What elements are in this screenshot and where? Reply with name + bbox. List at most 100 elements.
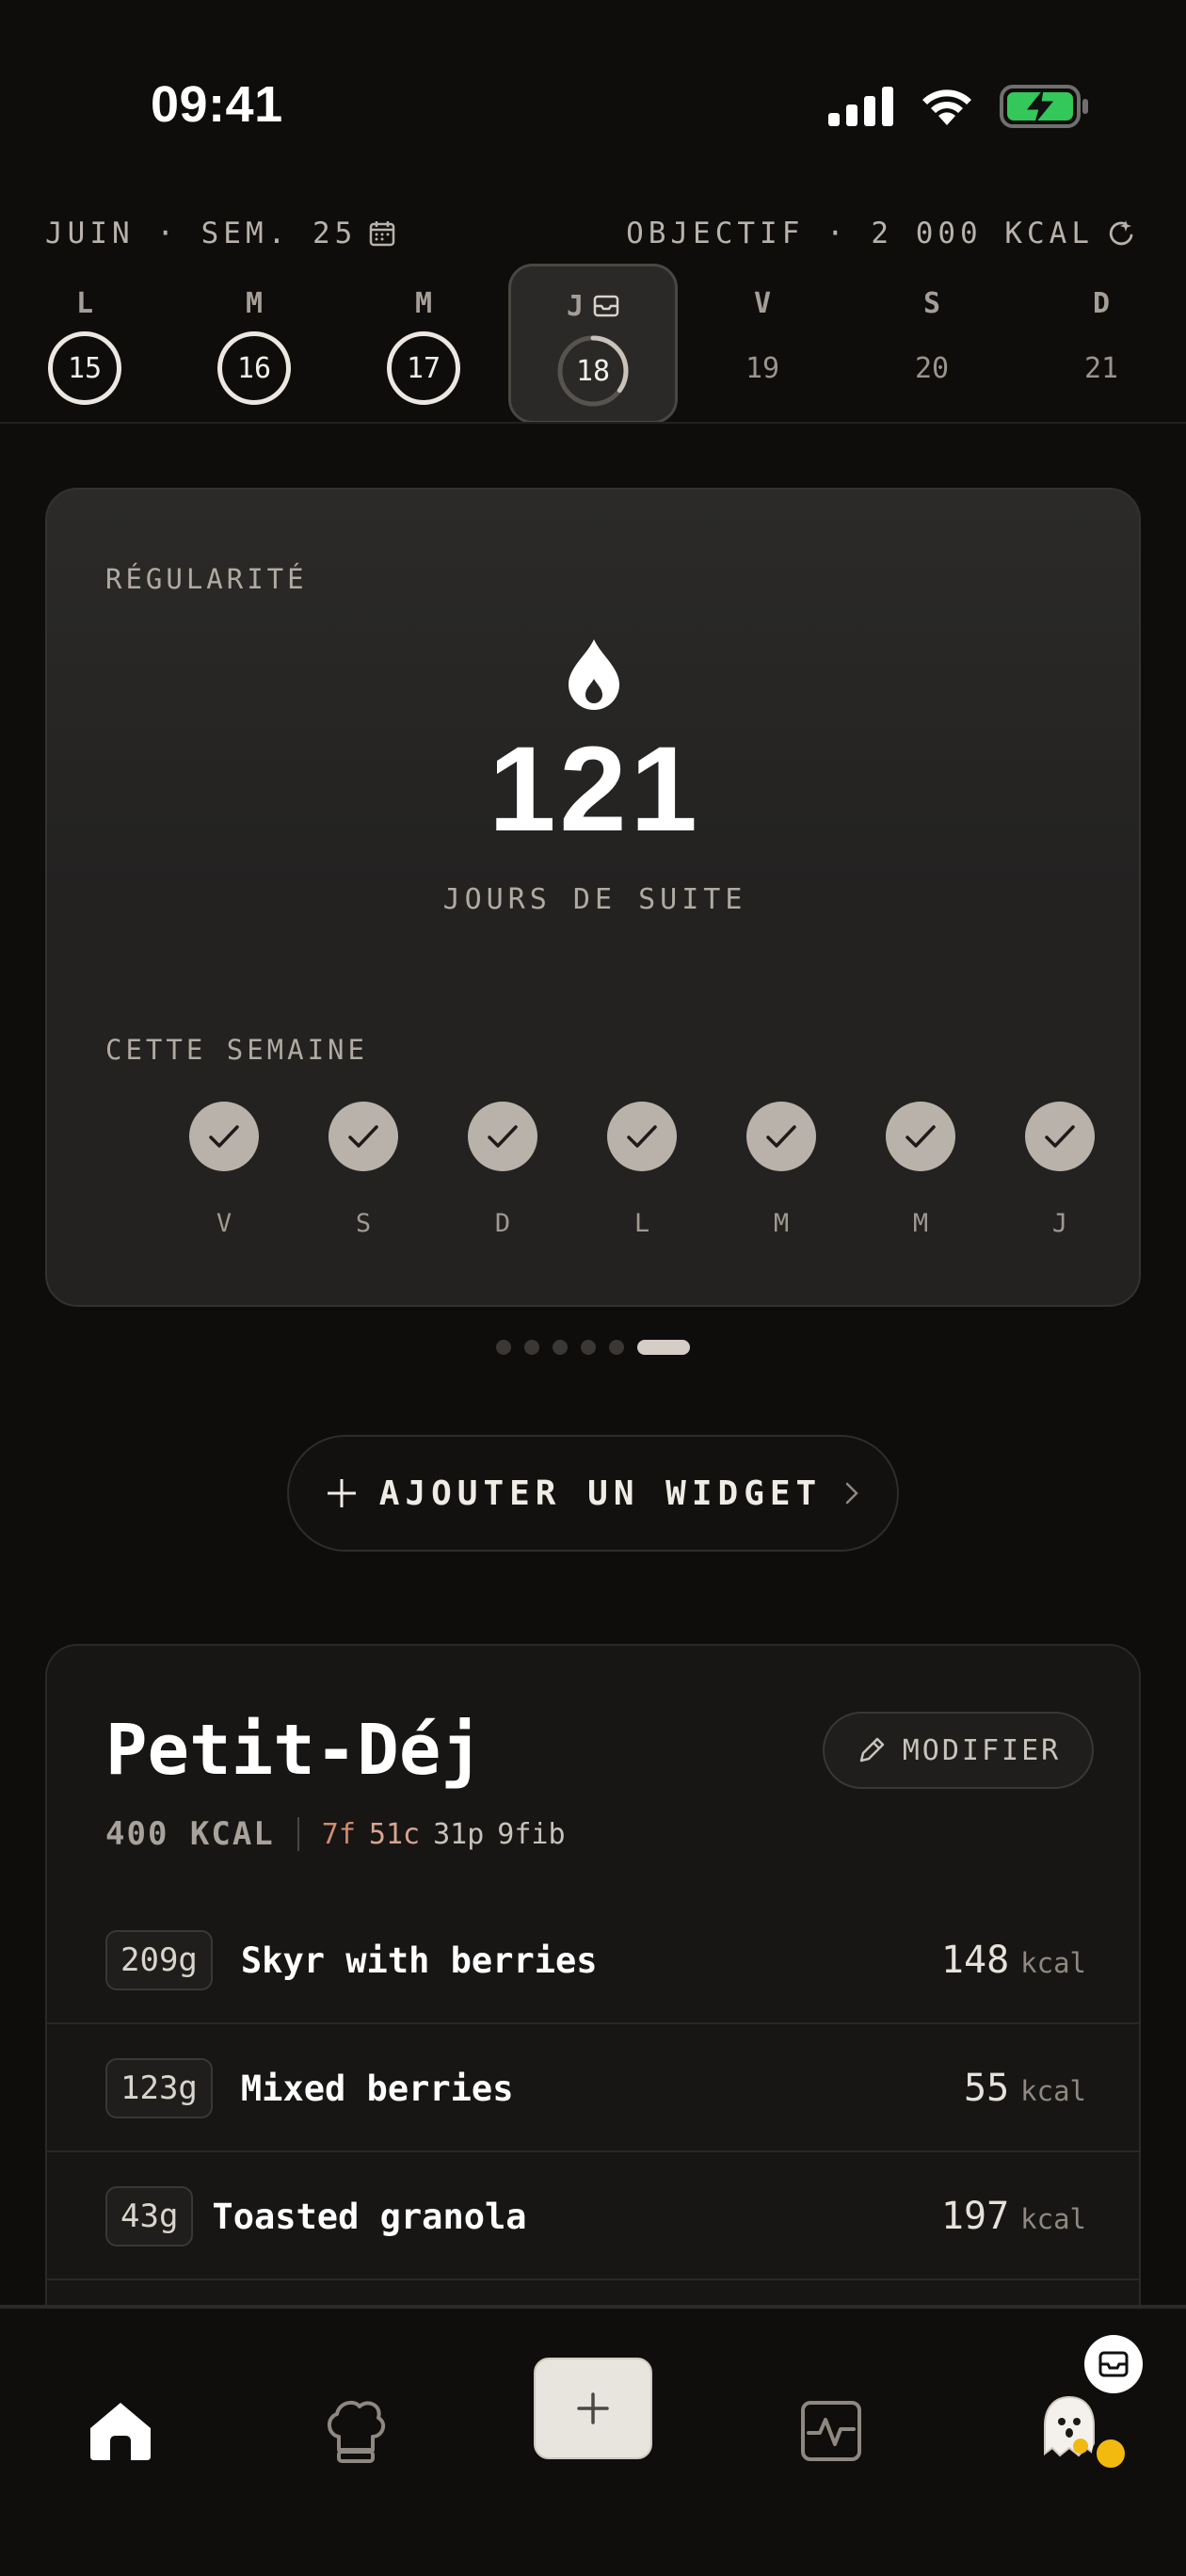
pager-dot[interactable] (496, 1340, 511, 1355)
macro-protein: 31p (433, 1817, 485, 1851)
day-letter: J (566, 289, 585, 323)
meal-card-breakfast[interactable]: Petit-Déj MODIFIER 400 KCAL 7f 51c 31p 9… (45, 1644, 1141, 2341)
inbox-icon (593, 295, 619, 317)
food-quantity[interactable]: 43g (105, 2186, 194, 2246)
header-divider (0, 422, 1186, 424)
day-number: 19 (745, 351, 780, 385)
day-tue[interactable]: M 16 (169, 264, 339, 424)
pager-dot[interactable] (524, 1340, 539, 1355)
food-kcal: 55 kcal (964, 2067, 1086, 2110)
check-day: V (186, 1102, 262, 1238)
day-number: 20 (914, 351, 950, 385)
pager-dot[interactable] (581, 1340, 596, 1355)
check-icon (906, 1125, 936, 1148)
refresh-sparkle-icon (1109, 220, 1133, 246)
check-circle (189, 1102, 259, 1171)
day-sat[interactable]: S 20 (847, 264, 1017, 424)
food-kcal-value: 55 (963, 2067, 1010, 2110)
day-mon[interactable]: L 15 (0, 264, 169, 424)
chevron-right-icon (845, 1482, 859, 1505)
activity-icon (801, 2401, 861, 2461)
bottom-navigation (0, 2305, 1186, 2576)
calendar-icon (370, 221, 395, 247)
cellular-signal-icon (828, 87, 893, 126)
wifi-icon (922, 89, 971, 125)
food-name: Mixed berries (240, 2068, 514, 2109)
streak-widget-card[interactable]: RÉGULARITÉ 121 JOURS DE SUITE CETTE SEMA… (45, 488, 1141, 1307)
add-widget-button[interactable]: AJOUTER UN WIDGET (287, 1435, 899, 1552)
day-sun[interactable]: D 21 (1017, 264, 1186, 424)
check-icon (627, 1125, 657, 1148)
check-circle (607, 1102, 677, 1171)
day-fri[interactable]: V 19 (678, 264, 847, 424)
pager-dot[interactable] (609, 1340, 624, 1355)
food-name: Skyr with berries (240, 1940, 598, 1981)
week-day-selector: L 15 M 16 M 17 J 18 V 19 S 20 D 21 (0, 264, 1186, 424)
status-icons (828, 85, 1090, 128)
streak-count: 121 (489, 722, 701, 857)
edit-meal-button[interactable]: MODIFIER (823, 1712, 1094, 1789)
day-letter: L (75, 286, 94, 320)
check-circle (746, 1102, 816, 1171)
day-number-text: 18 (575, 354, 611, 388)
pager-dot[interactable] (553, 1340, 568, 1355)
check-day-letter: M (773, 1209, 790, 1238)
check-circle (468, 1102, 537, 1171)
pager-dot-active[interactable] (637, 1340, 690, 1355)
check-day-letter: J (1051, 1209, 1068, 1238)
week-label-text: JUIN · SEM. 25 (45, 217, 358, 250)
food-item-row[interactable]: 209g Skyr with berries 148 kcal (47, 1898, 1139, 2024)
widget-pager[interactable] (496, 1340, 690, 1355)
flame-icon (569, 639, 619, 710)
plus-icon (327, 1479, 356, 1507)
meal-kcal-total: 400 KCAL (105, 1815, 275, 1853)
macro-carbs: 51c (368, 1817, 421, 1851)
food-kcal-value: 197 (940, 2195, 1010, 2238)
pencil-icon (859, 1737, 884, 1763)
food-kcal-unit: kcal (1020, 2075, 1086, 2107)
food-kcal-unit: kcal (1020, 2203, 1086, 2235)
food-quantity[interactable]: 209g (105, 1930, 213, 1990)
nav-home[interactable] (64, 2375, 177, 2487)
food-item-row[interactable]: 123g Mixed berries 55 kcal (47, 2026, 1139, 2152)
nav-stats[interactable] (775, 2375, 888, 2487)
day-thu-today[interactable]: J 18 (508, 264, 678, 424)
check-circle (1025, 1102, 1095, 1171)
check-circle (329, 1102, 398, 1171)
add-widget-label: AJOUTER UN WIDGET (378, 1473, 823, 1513)
day-number: 17 (387, 331, 460, 405)
check-icon (209, 1125, 239, 1148)
check-icon (348, 1125, 378, 1148)
summary-separator (296, 1817, 299, 1851)
check-day: S (326, 1102, 401, 1238)
streak-caption: JOURS DE SUITE (442, 883, 747, 916)
macro-fat: 7f (321, 1817, 356, 1851)
week-label[interactable]: JUIN · SEM. 25 (45, 217, 396, 250)
check-day: M (883, 1102, 958, 1238)
day-number: 18 (556, 334, 630, 408)
food-name: Toasted granola (212, 2196, 527, 2237)
status-dot (1092, 2435, 1130, 2472)
nav-recipes[interactable] (299, 2375, 412, 2487)
check-day-letter: S (355, 1209, 372, 1238)
day-number: 21 (1083, 351, 1119, 385)
check-icon (488, 1125, 518, 1148)
chef-hat-icon (328, 2400, 386, 2463)
edit-meal-label: MODIFIER (902, 1733, 1062, 1767)
goal-label[interactable]: OBJECTIF · 2 000 KCAL (626, 217, 1139, 250)
meal-title: Petit-Déj (105, 1710, 483, 1791)
check-icon (1045, 1125, 1075, 1148)
food-item-row[interactable]: 43g Toasted granola 197 kcal (47, 2154, 1139, 2280)
check-day: L (604, 1102, 680, 1238)
messages-badge[interactable] (1084, 2335, 1143, 2393)
food-quantity[interactable]: 123g (105, 2058, 213, 2118)
week-section-title: CETTE SEMAINE (105, 1034, 368, 1066)
day-wed[interactable]: M 17 (339, 264, 508, 424)
battery-charging-icon (1000, 85, 1088, 128)
macro-fiber: 9fib (497, 1817, 566, 1851)
food-kcal-value: 148 (940, 1939, 1010, 1982)
nav-add-button[interactable] (534, 2358, 652, 2459)
home-icon (90, 2403, 151, 2460)
week-checks: V S D L M M J (105, 1102, 1095, 1262)
day-number: 16 (217, 331, 291, 405)
